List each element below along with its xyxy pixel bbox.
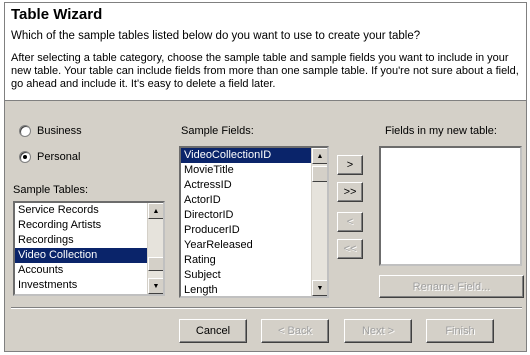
fields-scrollbar[interactable]: ▲ ▼ [311, 148, 327, 296]
personal-radio[interactable]: Personal [19, 151, 80, 163]
business-label: Business [37, 125, 82, 137]
list-item[interactable]: Recording Artists [15, 218, 163, 233]
list-item[interactable]: DirectorID [181, 208, 327, 223]
scroll-thumb[interactable] [148, 257, 163, 271]
sample-fields-list[interactable]: VideoCollectionID MovieTitle ActressID Acto… [179, 146, 329, 298]
add-field-button[interactable]: > [337, 155, 363, 175]
wizard-header: Table Wizard Which of the sample tables … [5, 3, 526, 101]
list-item[interactable]: Recordings [15, 233, 163, 248]
list-item[interactable]: ActorID [181, 193, 327, 208]
radio-checked-icon [19, 151, 31, 163]
rename-field-button[interactable]: Rename Field... [379, 275, 524, 298]
cancel-button[interactable]: Cancel [179, 319, 247, 343]
tables-scrollbar[interactable]: ▲ ▼ [147, 203, 163, 294]
list-item[interactable]: Investments [15, 278, 163, 293]
category-group: Business Personal [13, 115, 169, 191]
scroll-up-icon[interactable]: ▲ [312, 148, 327, 164]
footer-divider [11, 307, 522, 309]
list-item[interactable]: VideoCollectionID [181, 148, 327, 163]
scroll-down-icon[interactable]: ▼ [148, 278, 163, 294]
remove-field-button[interactable]: < [337, 212, 363, 232]
list-item[interactable]: ProducerID [181, 223, 327, 238]
finish-button[interactable]: Finish [426, 319, 494, 343]
wizard-question: Which of the sample tables listed below … [11, 30, 421, 42]
wizard-title: Table Wizard [11, 6, 103, 23]
radio-unchecked-icon [19, 125, 31, 137]
add-all-fields-button[interactable]: >> [337, 182, 363, 202]
sample-fields-label: Sample Fields: [181, 125, 254, 137]
new-table-fields-list[interactable] [379, 146, 522, 266]
list-item[interactable]: YearReleased [181, 238, 327, 253]
list-item[interactable]: MovieTitle [181, 163, 327, 178]
list-item[interactable]: Accounts [15, 263, 163, 278]
sample-tables-list[interactable]: Service Records Recording Artists Recordin… [13, 201, 165, 296]
next-button[interactable]: Next > [344, 319, 412, 343]
list-item[interactable]: Service Records [15, 203, 163, 218]
scroll-up-icon[interactable]: ▲ [148, 203, 163, 219]
list-item[interactable]: Video Collection [15, 248, 163, 263]
scroll-down-icon[interactable]: ▼ [312, 280, 327, 296]
sample-tables-label: Sample Tables: [13, 184, 89, 196]
list-item[interactable]: ActressID [181, 178, 327, 193]
scroll-thumb[interactable] [312, 166, 327, 182]
personal-label: Personal [37, 151, 81, 163]
sample-tables-items: Service Records Recording Artists Recordin… [15, 203, 163, 293]
list-item[interactable]: Subject [181, 268, 327, 283]
sample-fields-items: VideoCollectionID MovieTitle ActressID Acto… [181, 148, 327, 296]
business-radio[interactable]: Business [19, 125, 82, 137]
list-item[interactable]: Rating [181, 253, 327, 268]
remove-all-fields-button[interactable]: << [337, 239, 363, 259]
table-wizard-dialog: Table Wizard Which of the sample tables … [4, 2, 527, 352]
list-item[interactable]: Length [181, 283, 327, 296]
back-button[interactable]: < Back [261, 319, 329, 343]
wizard-description: After selecting a table category, choose… [11, 52, 519, 90]
new-table-label: Fields in my new table: [385, 125, 497, 137]
